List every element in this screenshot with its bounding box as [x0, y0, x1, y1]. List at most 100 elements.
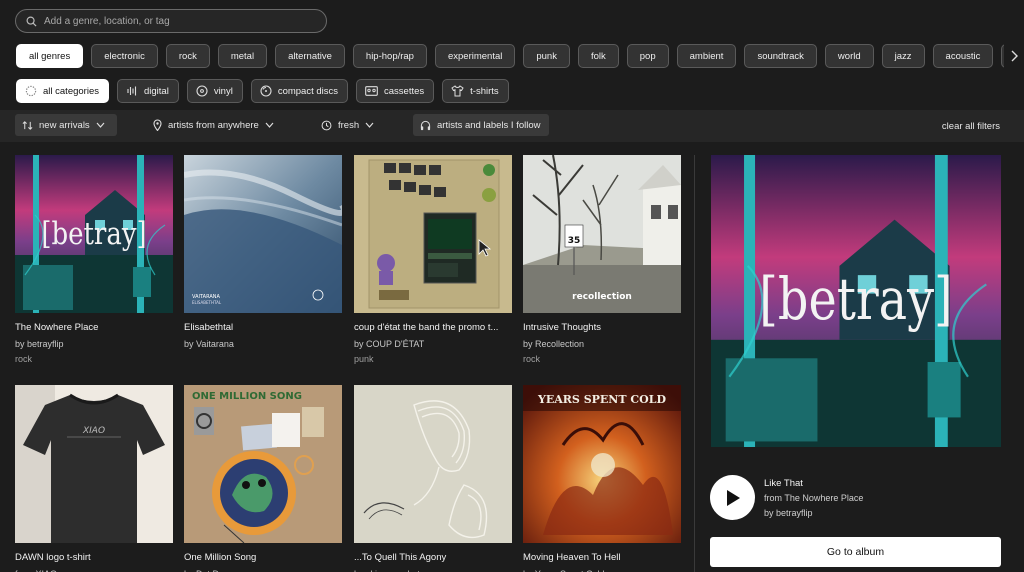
category-chip[interactable]: cassettes	[356, 79, 435, 103]
vinyl-record-icon	[196, 85, 208, 97]
genre-chip[interactable]: jazz	[881, 44, 925, 68]
search-bar[interactable]	[15, 9, 327, 33]
recency-label: fresh	[338, 119, 360, 131]
album-card[interactable]: coup d'état the band the promo t... by CO…	[354, 155, 512, 364]
svg-text:YEARS SPENT COLD: YEARS SPENT COLD	[537, 393, 666, 406]
cassette-icon	[365, 86, 378, 96]
album-title[interactable]: Elisabethtal	[184, 322, 342, 333]
album-title[interactable]: DAWN logo t-shirt	[15, 552, 173, 563]
all-categories-icon	[25, 85, 37, 97]
album-title[interactable]: The Nowhere Place	[15, 322, 173, 333]
album-card[interactable]: [betray] The Nowhere Place by betrayflip ro…	[15, 155, 173, 364]
genre-chip[interactable]: all genres	[16, 44, 84, 68]
album-card[interactable]: ONE MILLION SONG One Million Songby Dot …	[184, 385, 342, 572]
album-title[interactable]: ...To Quell This Agony	[354, 552, 512, 563]
album-title[interactable]: One Million Song	[184, 552, 342, 563]
genre-chip[interactable]: soundtrack	[744, 44, 817, 68]
svg-text:35: 35	[568, 236, 581, 246]
genre-chip[interactable]: punk	[523, 44, 570, 68]
album-artist[interactable]: by Vaitarana	[184, 339, 342, 349]
genre-chip[interactable]: alternative	[275, 44, 345, 68]
svg-text:ELISABETHTAL: ELISABETHTAL	[192, 300, 222, 305]
album-genre[interactable]: rock	[15, 354, 173, 364]
category-chip[interactable]: t-shirts	[442, 79, 509, 103]
album-artist[interactable]: by Recollection	[523, 339, 681, 349]
location-dropdown[interactable]: artists from anywhere	[146, 114, 281, 136]
svg-text:XIAO: XIAO	[82, 426, 105, 436]
genre-chip[interactable]: electronic	[91, 44, 158, 68]
clear-all-filters-link[interactable]: clear all filters	[942, 121, 1000, 132]
divider	[694, 155, 695, 572]
album-art[interactable]: YEARS SPENT COLD	[523, 385, 681, 543]
search-icon	[26, 16, 37, 27]
search-input[interactable]	[44, 15, 314, 27]
genre-chip[interactable]: world	[824, 44, 874, 68]
recency-dropdown[interactable]: fresh	[314, 114, 381, 136]
genre-chip[interactable]: metal	[217, 44, 268, 68]
genre-chip[interactable]: rock	[165, 44, 210, 68]
location-label: artists from anywhere	[168, 119, 259, 131]
sort-dropdown[interactable]: new arrivals	[15, 114, 117, 136]
album-genre[interactable]: rock	[523, 354, 681, 364]
category-chip[interactable]: all categories	[16, 79, 109, 103]
album-art[interactable]: VAITARANA ELISABETHTAL	[184, 155, 342, 313]
follow-label: artists and labels I follow	[437, 119, 541, 131]
genre-chip[interactable]: experimental	[434, 44, 516, 68]
now-playing-album[interactable]: from The Nowhere Place	[764, 493, 863, 503]
album-card[interactable]: XIAO DAWN logo t-shirtfrom XIAO	[15, 385, 173, 572]
album-title[interactable]: coup d'état the band the promo t...	[354, 322, 512, 333]
sort-arrows-icon	[22, 120, 33, 130]
album-art[interactable]: XIAO	[15, 385, 173, 543]
album-title[interactable]: Intrusive Thoughts	[523, 322, 681, 333]
genre-chip[interactable]: hip-hop/rap	[352, 44, 427, 68]
category-chip-row: all categories digital vinyl compact discs c…	[16, 79, 509, 103]
now-playing-album-art[interactable]: [betray]	[711, 155, 1001, 447]
genre-chip[interactable]: pop	[626, 44, 669, 68]
category-chip[interactable]: vinyl	[186, 79, 243, 103]
category-label: t-shirts	[470, 85, 499, 97]
now-playing-track-title[interactable]: Like That	[764, 478, 803, 489]
scroll-right-button[interactable]	[1004, 44, 1024, 68]
category-chip[interactable]: digital	[116, 79, 179, 103]
album-card[interactable]: ...To Quell This Agonyby skinsewnshut	[354, 385, 512, 572]
play-icon	[726, 489, 740, 506]
album-genre[interactable]: punk	[354, 354, 512, 364]
svg-text:[betray]: [betray]	[41, 214, 146, 251]
svg-text:ONE MILLION SONG: ONE MILLION SONG	[192, 391, 302, 402]
album-artist[interactable]: by betrayflip	[15, 339, 173, 349]
waveform-icon	[126, 85, 138, 97]
tshirt-icon	[451, 85, 464, 97]
location-pin-icon	[153, 119, 162, 131]
category-label: vinyl	[213, 85, 233, 97]
play-button[interactable]	[710, 475, 755, 520]
album-art[interactable]: [betray]	[15, 155, 173, 313]
chevron-right-icon	[1011, 50, 1018, 62]
category-label: digital	[143, 85, 169, 97]
genre-chip[interactable]: acoustic	[932, 44, 994, 68]
album-art[interactable]: ONE MILLION SONG	[184, 385, 342, 543]
headphones-icon	[420, 120, 431, 130]
cd-icon	[260, 85, 272, 97]
svg-text:[betray]: [betray]	[759, 267, 952, 333]
category-chip[interactable]: compact discs	[250, 79, 349, 103]
album-title[interactable]: Moving Heaven To Hell	[523, 552, 681, 563]
go-to-album-button[interactable]: Go to album	[710, 537, 1001, 567]
genre-chip-row: all genres electronic rock metal alternative…	[16, 44, 1008, 68]
category-label: compact discs	[277, 85, 339, 97]
chevron-down-icon	[365, 122, 374, 128]
album-card[interactable]: YEARS SPENT COLDMoving Heaven To Hellby …	[523, 385, 681, 572]
genre-chip[interactable]: ambient	[676, 44, 737, 68]
genre-chip[interactable]: folk	[577, 44, 619, 68]
now-playing-artist[interactable]: by betrayflip	[764, 508, 813, 518]
follow-toggle[interactable]: artists and labels I follow	[413, 114, 549, 136]
album-art[interactable]	[354, 155, 512, 313]
chevron-down-icon	[265, 122, 274, 128]
album-card[interactable]: VAITARANA ELISABETHTAL Elisabethtal by Va…	[184, 155, 342, 349]
filter-bar: new arrivals artists from anywhere fresh…	[0, 110, 1024, 142]
clock-icon	[321, 120, 332, 130]
chevron-down-icon	[96, 122, 105, 128]
album-art[interactable]: 35 recollection	[523, 155, 681, 313]
album-artist[interactable]: by COUP D'ÉTAT	[354, 339, 512, 349]
album-card[interactable]: 35 recollection Intrusive Thoughts by Reco…	[523, 155, 681, 364]
album-art[interactable]	[354, 385, 512, 543]
